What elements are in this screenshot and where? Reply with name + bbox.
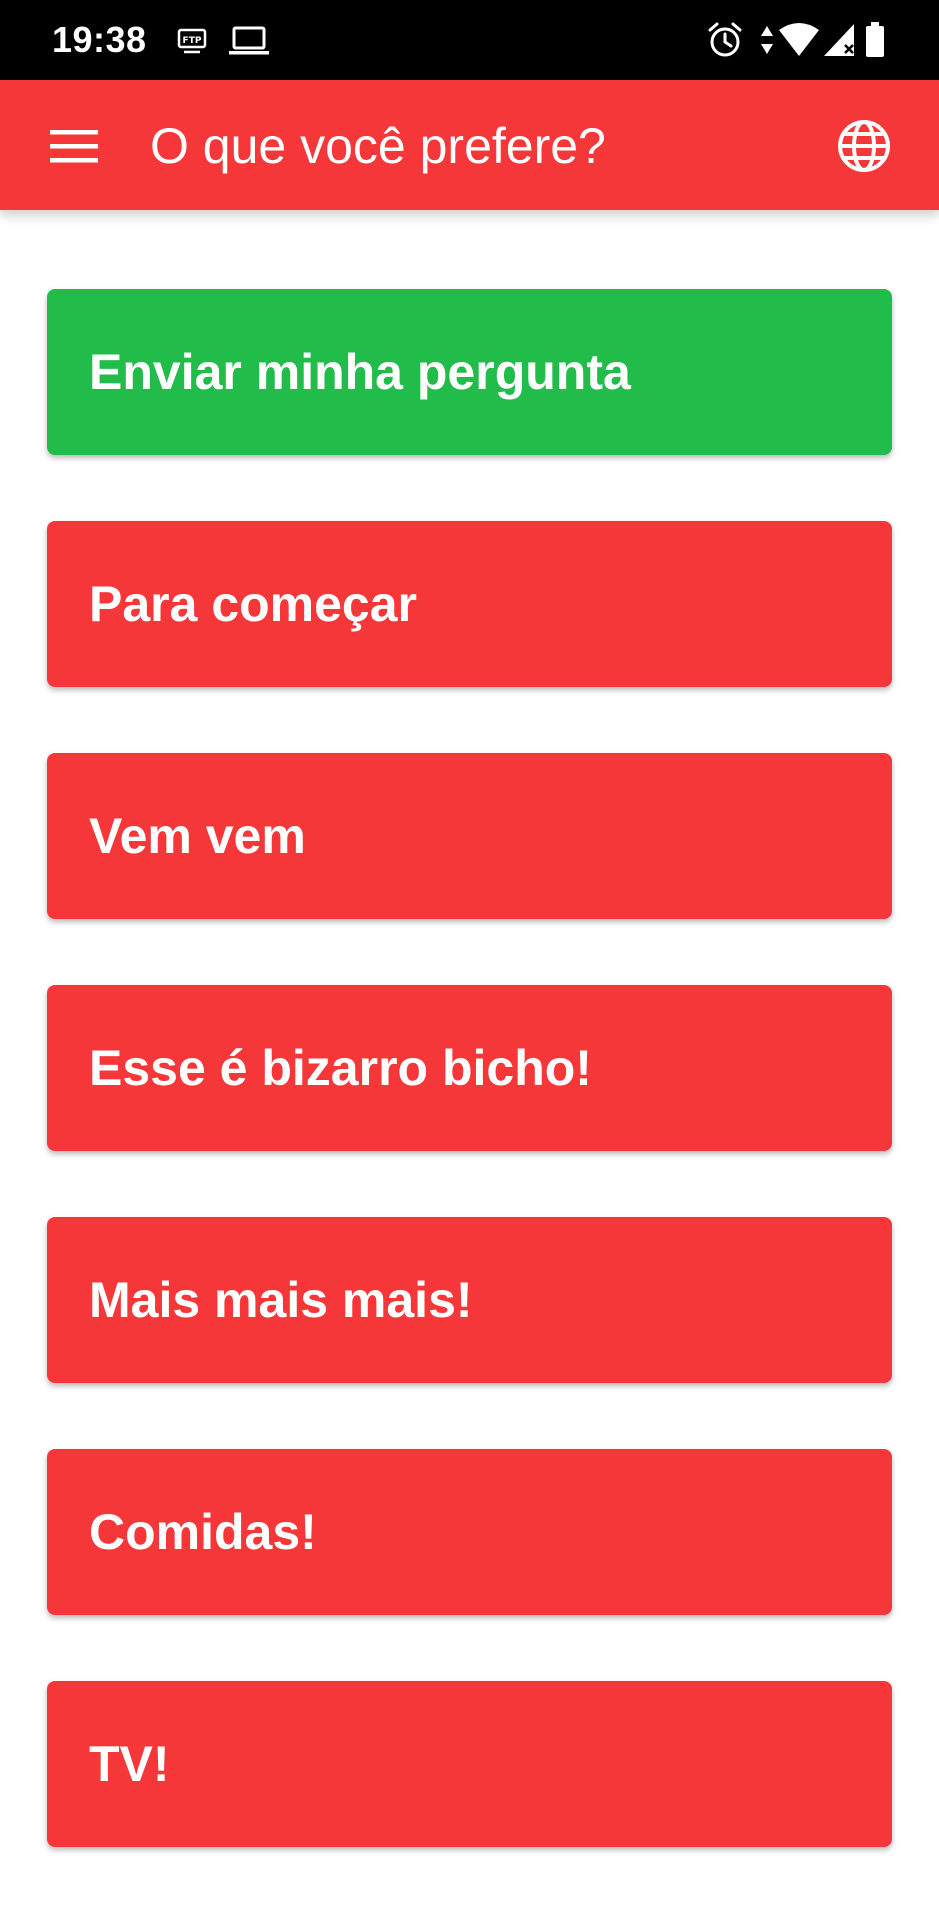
data-arrows-icon bbox=[761, 26, 773, 54]
ftp-icon: FTP bbox=[177, 28, 207, 54]
status-time: 19:38 bbox=[52, 19, 147, 60]
menu-button[interactable] bbox=[38, 110, 110, 182]
category-button-esse-e-bizarro[interactable]: Esse é bizarro bicho! bbox=[47, 985, 892, 1151]
submit-question-label: Enviar minha pergunta bbox=[89, 344, 631, 400]
category-label: Mais mais mais! bbox=[89, 1272, 473, 1328]
alarm-icon bbox=[708, 22, 742, 57]
status-bar: 19:38 FTP bbox=[0, 0, 939, 80]
category-label: Esse é bizarro bicho! bbox=[89, 1040, 592, 1096]
category-button-vem-vem[interactable]: Vem vem bbox=[47, 753, 892, 919]
ftp-icon-label: FTP bbox=[183, 36, 202, 46]
submit-question-button[interactable]: Enviar minha pergunta bbox=[47, 289, 892, 455]
category-button-tv[interactable]: TV! bbox=[47, 1681, 892, 1847]
category-label: Para começar bbox=[89, 576, 418, 632]
category-button-mais-mais-mais[interactable]: Mais mais mais! bbox=[47, 1217, 892, 1383]
category-button-para-comecar[interactable]: Para começar bbox=[47, 521, 892, 687]
cell-signal-icon bbox=[824, 24, 854, 56]
category-label: TV! bbox=[89, 1736, 170, 1792]
battery-icon bbox=[866, 22, 884, 57]
hamburger-menu-icon bbox=[50, 130, 98, 163]
app-title: O que você prefere? bbox=[150, 118, 606, 174]
category-label: Vem vem bbox=[89, 808, 306, 864]
category-list: Enviar minha pergunta Para começar Vem v… bbox=[47, 289, 892, 1913]
globe-icon bbox=[838, 120, 890, 172]
app-bar: O que você prefere? bbox=[0, 80, 939, 210]
wifi-icon bbox=[779, 23, 819, 56]
laptop-icon bbox=[229, 26, 269, 55]
category-button-comidas[interactable]: Comidas! bbox=[47, 1449, 892, 1615]
language-button[interactable] bbox=[828, 110, 900, 182]
category-label: Comidas! bbox=[89, 1504, 317, 1560]
